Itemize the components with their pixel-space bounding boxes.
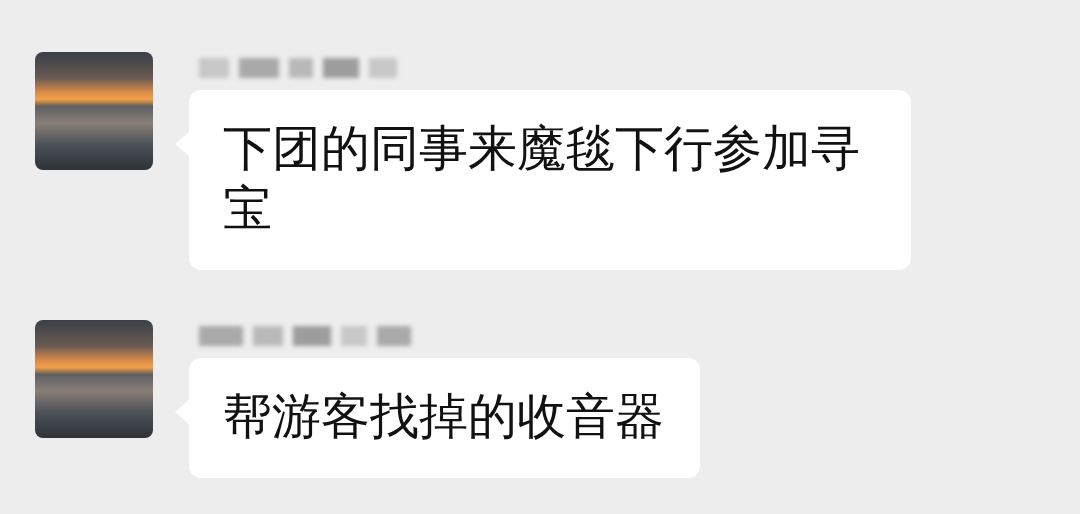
sender-avatar[interactable] <box>35 320 153 438</box>
blur-block <box>377 326 411 346</box>
message-row: 帮游客找掉的收音器 <box>35 320 1080 478</box>
chat-view: 下团的同事来魔毯下行参加寻宝帮游客找掉的收音器 <box>0 0 1080 514</box>
sender-name-blurred <box>199 58 397 80</box>
blur-block <box>323 58 359 78</box>
blur-block <box>289 58 313 78</box>
blur-block <box>293 326 331 346</box>
message-column: 下团的同事来魔毯下行参加寻宝 <box>189 52 911 270</box>
blur-block <box>239 58 279 78</box>
sender-avatar[interactable] <box>35 52 153 170</box>
sender-name-blurred <box>199 326 411 348</box>
message-column: 帮游客找掉的收音器 <box>189 320 700 478</box>
message-row: 下团的同事来魔毯下行参加寻宝 <box>35 52 1080 270</box>
blur-block <box>199 58 229 78</box>
message-bubble[interactable]: 帮游客找掉的收音器 <box>189 358 700 478</box>
blur-block <box>341 326 367 346</box>
blur-block <box>369 58 397 78</box>
message-bubble[interactable]: 下团的同事来魔毯下行参加寻宝 <box>189 90 911 270</box>
bubble-tail <box>175 400 189 424</box>
blur-block <box>199 326 243 346</box>
blur-block <box>253 326 283 346</box>
bubble-tail <box>175 132 189 156</box>
